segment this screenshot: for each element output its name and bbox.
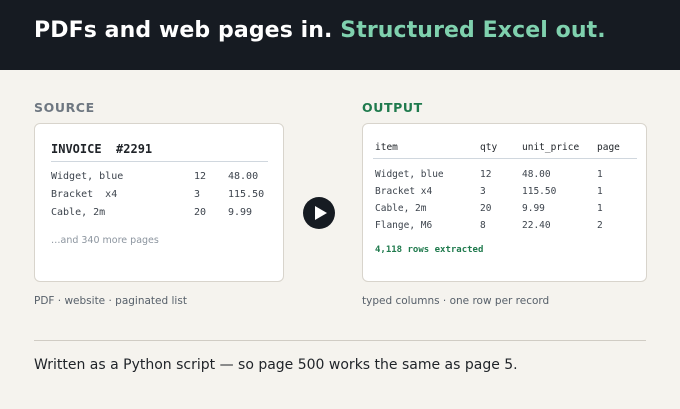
more-pages-note: …and 340 more pages bbox=[51, 235, 159, 246]
source-price: 48.00 bbox=[228, 171, 259, 182]
source-qty: 3 bbox=[194, 189, 201, 200]
output-label: OUTPUT bbox=[362, 100, 423, 115]
source-item: Bracket x4 bbox=[51, 189, 118, 200]
cell-page: 1 bbox=[597, 203, 603, 214]
header-banner: PDFs and web pages in. Structured Excel … bbox=[0, 0, 680, 70]
cell-item: Flange, M6 bbox=[375, 220, 433, 231]
cell-item: Bracket x4 bbox=[375, 186, 433, 197]
column-header-item: item bbox=[375, 142, 398, 153]
cell-page: 1 bbox=[597, 186, 603, 197]
play-icon bbox=[315, 206, 327, 220]
column-header-page: page bbox=[597, 142, 620, 153]
source-caption: PDF · website · paginated list bbox=[34, 295, 187, 307]
output-card: item qty unit_price page Widget, blue 12… bbox=[362, 123, 647, 282]
column-header-qty: qty bbox=[480, 142, 498, 153]
table-row: Bracket x4 3 115.50 1 bbox=[363, 186, 646, 202]
cell-qty: 3 bbox=[480, 186, 486, 197]
cell-unit-price: 9.99 bbox=[522, 203, 545, 214]
invoice-title: INVOICE #2291 bbox=[51, 142, 153, 156]
source-item: Widget, blue bbox=[51, 171, 124, 182]
table-row: Flange, M6 8 22.40 2 bbox=[363, 220, 646, 236]
table-row: Widget, blue 12 48.00 1 bbox=[363, 169, 646, 185]
cell-qty: 8 bbox=[480, 220, 486, 231]
column-header-unit-price: unit_price bbox=[522, 142, 580, 153]
source-item: Cable, 2m bbox=[51, 207, 106, 218]
headline-accent: Structured Excel out. bbox=[340, 18, 606, 43]
source-price: 9.99 bbox=[228, 207, 253, 218]
cell-qty: 20 bbox=[480, 203, 492, 214]
source-row: Widget, blue 12 48.00 bbox=[35, 171, 283, 187]
section-divider bbox=[34, 340, 646, 341]
output-table-header: item qty unit_price page bbox=[363, 142, 646, 156]
output-header-divider bbox=[373, 158, 637, 159]
headline-plain: PDFs and web pages in. bbox=[34, 18, 341, 43]
source-qty: 12 bbox=[194, 171, 207, 182]
rows-extracted-status: 4,118 rows extracted bbox=[375, 245, 484, 255]
source-card: INVOICE #2291 Widget, blue 12 48.00 Brac… bbox=[34, 123, 284, 282]
cell-page: 2 bbox=[597, 220, 603, 231]
table-row: Cable, 2m 20 9.99 1 bbox=[363, 203, 646, 219]
play-button[interactable] bbox=[303, 197, 335, 229]
cell-item: Cable, 2m bbox=[375, 203, 427, 214]
source-qty: 20 bbox=[194, 207, 207, 218]
invoice-divider bbox=[51, 161, 268, 162]
cell-unit-price: 48.00 bbox=[522, 169, 551, 180]
cell-item: Widget, blue bbox=[375, 169, 444, 180]
cell-page: 1 bbox=[597, 169, 603, 180]
output-caption: typed columns · one row per record bbox=[362, 295, 550, 307]
cell-unit-price: 22.40 bbox=[522, 220, 551, 231]
headline: PDFs and web pages in. Structured Excel … bbox=[34, 18, 606, 43]
source-row: Bracket x4 3 115.50 bbox=[35, 189, 283, 205]
source-price: 115.50 bbox=[228, 189, 265, 200]
footer-text: Written as a Python script — so page 500… bbox=[34, 357, 518, 373]
source-row: Cable, 2m 20 9.99 bbox=[35, 207, 283, 223]
cell-unit-price: 115.50 bbox=[522, 186, 557, 197]
source-label: SOURCE bbox=[34, 100, 95, 115]
cell-qty: 12 bbox=[480, 169, 492, 180]
